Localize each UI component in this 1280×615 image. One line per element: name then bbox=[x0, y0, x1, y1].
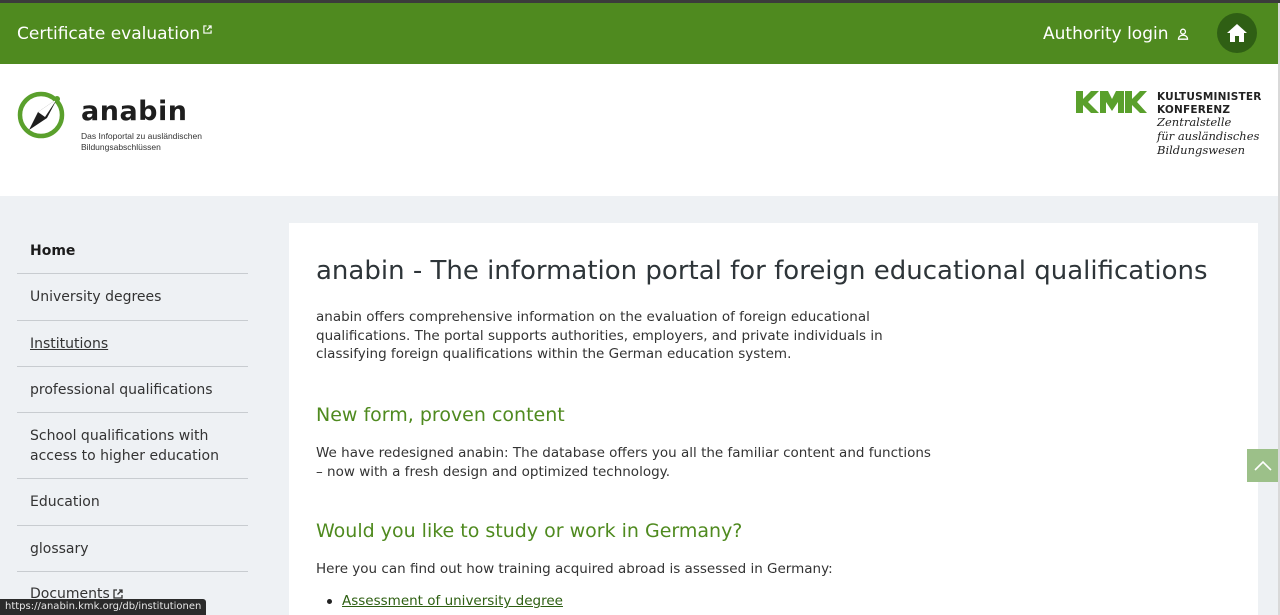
home-icon bbox=[1227, 24, 1247, 42]
home-button[interactable] bbox=[1217, 13, 1257, 53]
external-link-icon bbox=[203, 25, 212, 34]
kmk-logo[interactable]: KULTUSMINISTER KONFERENZ Zentralstelle f… bbox=[1076, 91, 1262, 158]
logo-name: anabin bbox=[81, 96, 188, 127]
main-content: anabin - The information portal for fore… bbox=[289, 223, 1258, 615]
sidebar-item-institutions[interactable]: Institutions bbox=[17, 321, 248, 367]
anabin-logo[interactable]: anabin Das Infoportal zu ausländischen B… bbox=[17, 90, 231, 152]
sidebar-item-label: professional qualifications bbox=[30, 381, 213, 398]
chevron-up-icon bbox=[1253, 460, 1272, 471]
assessment-university-degree-link[interactable]: Assessment of university degree bbox=[342, 593, 563, 609]
authority-login-label: Authority login bbox=[1043, 24, 1169, 44]
sidebar-item-school-qualifications[interactable]: School qualifications with access to hig… bbox=[17, 413, 248, 479]
status-bar-url: https://anabin.kmk.org/db/institutionen bbox=[0, 599, 207, 615]
intro-paragraph: anabin offers comprehensive information … bbox=[316, 309, 883, 362]
sidebar-item-label: Education bbox=[30, 494, 100, 510]
sidebar-item-label: Institutions bbox=[30, 335, 109, 352]
sidebar-item-home[interactable]: Home bbox=[17, 228, 248, 274]
page-title: anabin - The information portal for fore… bbox=[316, 256, 1208, 286]
sidebar-item-glossary[interactable]: glossary bbox=[17, 526, 248, 572]
certificate-evaluation-link[interactable]: Certificate evaluation bbox=[17, 24, 212, 44]
top-navigation-bar: Certificate evaluation Authority login bbox=[0, 3, 1278, 64]
kmk-sub-line1: Zentralstelle bbox=[1157, 115, 1232, 130]
kmk-sub-line3: Bildungswesen bbox=[1157, 142, 1246, 157]
list-item: Assessment of university degree bbox=[327, 593, 563, 609]
sidebar-item-professional-qualifications[interactable]: professional qualifications bbox=[17, 367, 248, 413]
sidebar-item-university-degrees[interactable]: University degrees bbox=[17, 274, 248, 321]
section-heading-new-form: New form, proven content bbox=[316, 404, 565, 426]
site-header: anabin Das Infoportal zu ausländischen B… bbox=[0, 64, 1278, 196]
logo-tagline: Das Infoportal zu ausländischen Bildungs… bbox=[81, 131, 202, 152]
sidebar-item-education[interactable]: Education bbox=[17, 479, 248, 526]
authority-login-link[interactable]: Authority login bbox=[1043, 24, 1189, 44]
kmk-sub-line2: für ausländisches bbox=[1157, 128, 1260, 143]
back-to-top-button[interactable] bbox=[1247, 449, 1278, 482]
section-study-work-text: Here you can find out how training acqui… bbox=[316, 561, 833, 577]
external-link-icon bbox=[113, 589, 123, 599]
sidebar-navigation: Home University degrees Institutions pro… bbox=[17, 228, 248, 615]
certificate-evaluation-label: Certificate evaluation bbox=[17, 24, 201, 44]
compass-logo-icon bbox=[17, 91, 65, 139]
section-heading-study-work: Would you like to study or work in Germa… bbox=[316, 520, 743, 542]
kmk-title-line1: KULTUSMINISTER bbox=[1157, 91, 1262, 103]
section-new-form-text: We have redesigned anabin: The database … bbox=[316, 445, 931, 480]
sidebar-item-label: University degrees bbox=[30, 289, 162, 305]
sidebar-item-label: Home bbox=[30, 242, 76, 259]
sidebar-item-label: School qualifications with access to hig… bbox=[30, 427, 219, 464]
kmk-emblem-icon bbox=[1076, 91, 1147, 113]
sidebar-item-label: glossary bbox=[30, 540, 89, 557]
bullet-dot bbox=[327, 598, 332, 604]
user-icon bbox=[1177, 28, 1188, 40]
